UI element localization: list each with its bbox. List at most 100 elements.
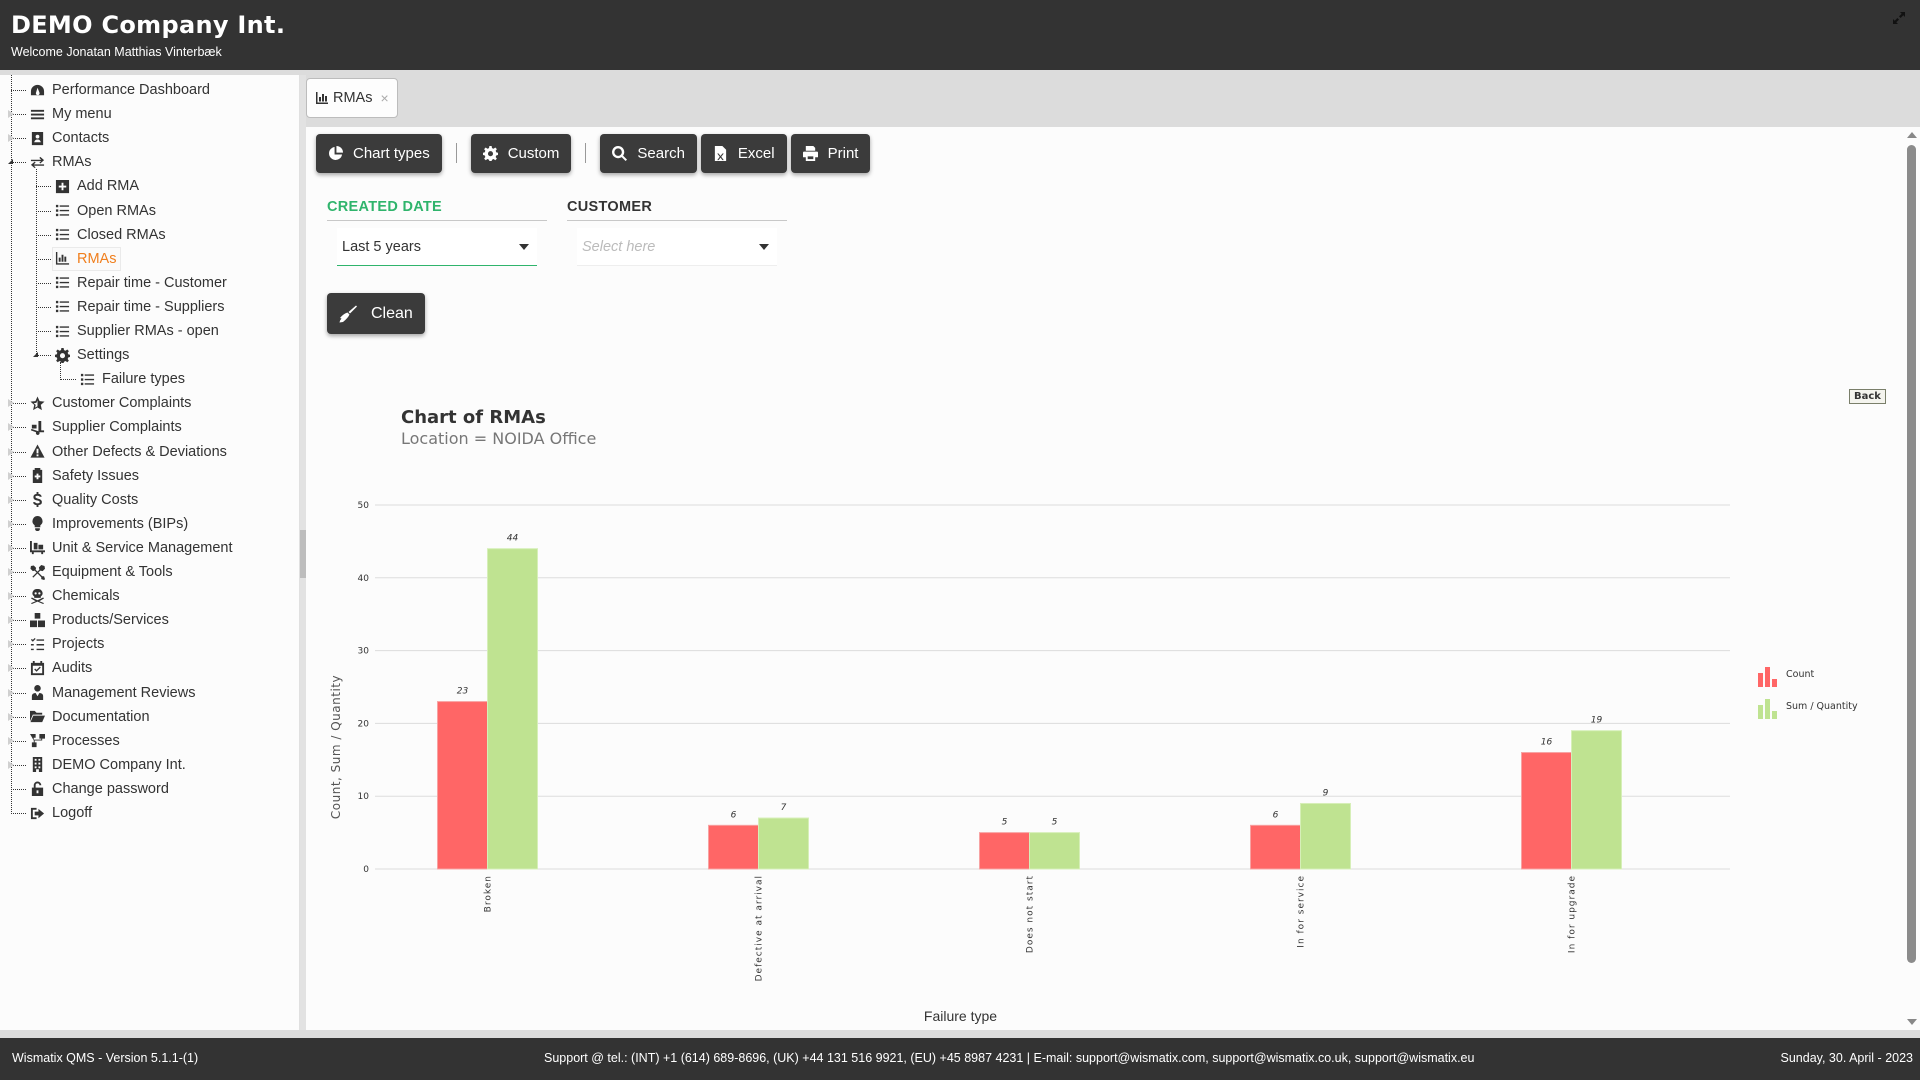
excel-button[interactable]: Excel <box>700 133 787 173</box>
bar-sum-quantity[interactable] <box>487 548 538 870</box>
tree-expand-toggle[interactable] <box>8 110 14 119</box>
sidebar-item-improvements-bips[interactable]: Improvements (BIPs) <box>8 513 188 535</box>
search-label: Search <box>637 144 685 162</box>
tree-collapse-toggle[interactable] <box>8 159 13 165</box>
sidebar-item-quality-costs[interactable]: Quality Costs <box>8 489 139 511</box>
tree-expand-toggle[interactable] <box>8 568 14 576</box>
y-tick-label: 20 <box>358 719 370 729</box>
clean-button[interactable]: Clean <box>327 293 425 334</box>
scroll-down-icon[interactable] <box>1907 1019 1917 1025</box>
list-icon <box>53 274 71 292</box>
sidebar-item-management-reviews[interactable]: Management Reviews <box>8 682 195 704</box>
tree-expand-toggle[interactable] <box>8 640 14 649</box>
y-tick-label: 50 <box>358 501 370 511</box>
bar-count[interactable] <box>979 832 1030 870</box>
chart-types-button[interactable]: Chart types <box>316 133 442 173</box>
tree-collapse-toggle[interactable] <box>33 352 38 358</box>
created-date-select[interactable]: Last 5 years <box>337 228 537 266</box>
y-tick-label: 40 <box>358 574 370 584</box>
sidebar-item-processes[interactable]: Processes <box>8 730 120 752</box>
sidebar-item-contacts[interactable]: Contacts <box>8 127 109 149</box>
sidebar-item-settings[interactable]: Settings <box>33 344 129 366</box>
tree-expand-toggle[interactable] <box>8 688 14 697</box>
expand-arrows-icon[interactable] <box>1892 11 1906 25</box>
main-scrollbar[interactable] <box>1904 127 1918 1030</box>
sidebar-item-other-defects-deviations[interactable]: Other Defects & Deviations <box>8 441 227 463</box>
tree-expand-toggle[interactable] <box>8 664 14 673</box>
sidebar-item-label: Change password <box>52 780 169 797</box>
bar-count[interactable] <box>1521 752 1572 870</box>
sidebar-item-supplier-complaints[interactable]: Supplier Complaints <box>8 416 182 438</box>
sidebar-item-change-password[interactable]: Change password <box>11 778 169 800</box>
chart-back-button[interactable]: Back <box>1849 389 1886 404</box>
bar-count[interactable] <box>1250 824 1301 870</box>
custom-label: Custom <box>507 144 560 162</box>
sidebar-item-unit-service-management[interactable]: Unit & Service Management <box>8 537 233 559</box>
current-date: Sunday, 30. April - 2023 <box>1780 1051 1914 1065</box>
tree-expand-toggle[interactable] <box>8 471 14 480</box>
legend-item-sum-quantity[interactable]: Sum / Quantity <box>1758 699 1858 719</box>
sidebar-item-add-rma[interactable]: Add RMA <box>36 175 139 197</box>
sidebar-item-failure-types[interactable]: Failure types <box>60 368 185 390</box>
chart-panel: 0 10 20 30 40 50 23 44 Broken 6 7 Defective at arr… <box>328 389 1888 1029</box>
tree-expand-toggle[interactable] <box>8 712 14 721</box>
tree-expand-toggle[interactable] <box>8 543 14 552</box>
customer-select[interactable]: Select here <box>577 228 777 266</box>
tree-connector <box>11 90 26 91</box>
tree-expand-toggle[interactable] <box>8 592 14 601</box>
x-tick-label: Defective at arrival <box>755 875 765 981</box>
bar-count[interactable] <box>708 824 759 870</box>
tree-expand-toggle[interactable] <box>8 760 14 769</box>
print-button[interactable]: Print <box>790 133 871 173</box>
bar-sum-quantity[interactable] <box>1571 730 1622 870</box>
sidebar-item-label: Safety Issues <box>52 467 140 484</box>
sidebar-item-rmas[interactable]: RMAs <box>36 246 122 271</box>
rma-bar-chart: 0 10 20 30 40 50 23 44 Broken 6 7 Defective at arr… <box>329 501 1858 1024</box>
sidebar-item-repair-time-suppliers[interactable]: Repair time - Suppliers <box>36 296 224 318</box>
sidebar-item-customer-complaints[interactable]: Customer Complaints <box>8 392 191 414</box>
y-axis-title: Count, Sum / Quantity <box>329 675 343 819</box>
tree-expand-toggle[interactable] <box>8 736 14 745</box>
sidebar-item-documentation[interactable]: Documentation <box>8 706 150 728</box>
sidebar-item-repair-time-customer[interactable]: Repair time - Customer <box>36 272 227 294</box>
scroll-up-icon[interactable] <box>1907 132 1917 138</box>
tree-expand-toggle[interactable] <box>8 519 14 528</box>
tree-expand-toggle[interactable] <box>8 495 14 504</box>
sidebar-item-safety-issues[interactable]: Safety Issues <box>8 465 140 487</box>
custom-button[interactable]: Custom <box>470 133 572 173</box>
tree-connector <box>36 331 51 332</box>
tree-connector <box>36 186 51 188</box>
sidebar-item-products-services[interactable]: Products/Services <box>8 609 169 631</box>
sidebar-item-my-menu[interactable]: My menu <box>8 103 112 125</box>
sidebar-item-chemicals[interactable]: Chemicals <box>8 585 120 607</box>
list-icon <box>53 202 71 220</box>
tree-expand-toggle[interactable] <box>8 616 14 625</box>
sidebar-item-open-rmas[interactable]: Open RMAs <box>36 200 156 222</box>
search-button[interactable]: Search <box>600 133 697 173</box>
sidebar-item-audits[interactable]: Audits <box>8 657 92 679</box>
sidebar-item-supplier-rmas-open[interactable]: Supplier RMAs - open <box>36 320 219 342</box>
sidebar-item-label: Quality Costs <box>52 491 139 508</box>
sidebar-item-logoff[interactable]: Logoff <box>11 802 92 824</box>
sidebar-item-demo-company-int[interactable]: DEMO Company Int. <box>8 754 186 776</box>
legend-item-count[interactable]: Count <box>1758 667 1814 687</box>
tree-expand-toggle[interactable] <box>8 447 14 456</box>
close-tab-icon[interactable]: × <box>380 90 388 106</box>
tab-rmas[interactable]: RMAs × <box>306 78 398 118</box>
bar-count[interactable] <box>437 701 488 870</box>
legend-label: Count <box>1786 669 1814 680</box>
sidebar-item-projects[interactable]: Projects <box>8 633 104 655</box>
bar-sum-quantity[interactable] <box>1029 832 1080 870</box>
tree-expand-toggle[interactable] <box>8 134 14 143</box>
tree-expand-toggle[interactable] <box>8 399 14 408</box>
bar-sum-quantity[interactable] <box>1300 802 1351 870</box>
sidebar-item-rmas[interactable]: RMAs <box>8 151 91 173</box>
sidebar-item-performance-dashboard[interactable]: Performance Dashboard <box>11 79 210 101</box>
tree-expand-toggle[interactable] <box>8 423 14 432</box>
sidebar-item-label: Chemicals <box>52 588 120 605</box>
x-axis-title: Failure type <box>924 1008 997 1024</box>
sidebar-item-closed-rmas[interactable]: Closed RMAs <box>36 224 166 246</box>
sidebar-item-equipment-tools[interactable]: Equipment & Tools <box>8 561 173 583</box>
main-scrollbar-thumb[interactable] <box>1907 145 1916 963</box>
bar-sum-quantity[interactable] <box>758 817 809 870</box>
